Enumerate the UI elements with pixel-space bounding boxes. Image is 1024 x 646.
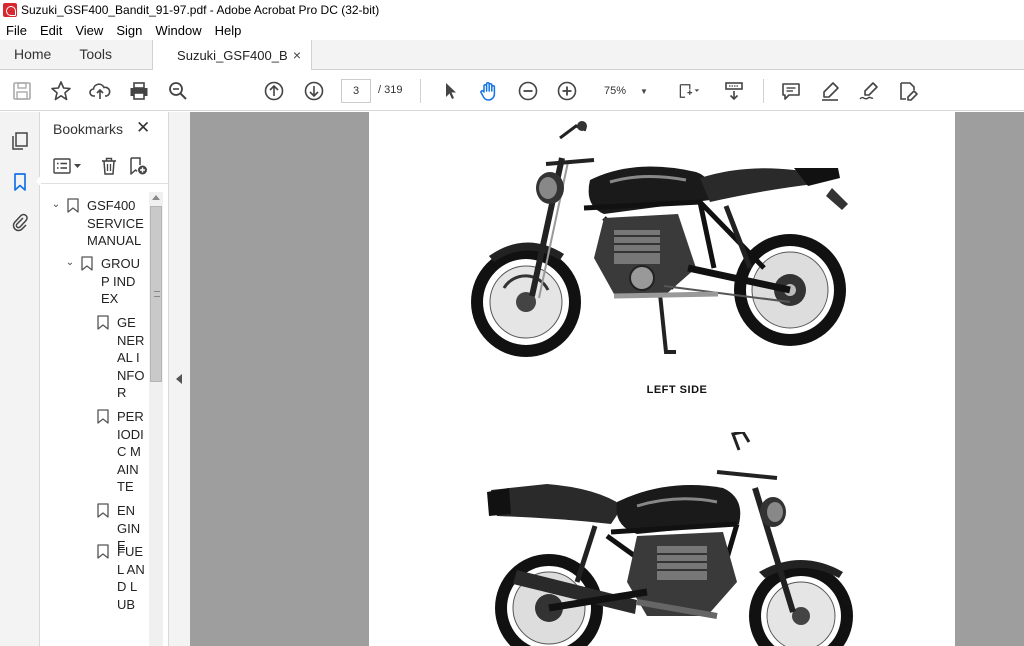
tab-home[interactable]: Home xyxy=(0,39,65,69)
sign-icon[interactable] xyxy=(857,79,881,103)
menu-bar: File Edit View Sign Window Help xyxy=(0,20,1024,40)
zoom-value: 75% xyxy=(604,85,627,97)
page-total: / 319 xyxy=(378,84,403,96)
left-navigation-rail xyxy=(0,112,42,646)
panel-splitter[interactable] xyxy=(168,112,190,646)
bookmarks-panel: Bookmarks ✕ ⌄ GSF400 SERVICE MANUAL ⌄ GR… xyxy=(41,112,168,646)
bookmark-label: GENERAL INFOR xyxy=(117,315,145,401)
bookmark-icon xyxy=(67,198,79,213)
save-icon[interactable] xyxy=(10,79,34,103)
zoom-in-icon[interactable] xyxy=(555,79,579,103)
bookmarks-icon[interactable] xyxy=(8,170,32,194)
menu-file[interactable]: File xyxy=(6,23,27,38)
upload-icon[interactable] xyxy=(88,79,112,103)
bookmark-icon xyxy=(97,409,109,424)
bookmark-icon xyxy=(97,503,109,518)
scroll-up-icon[interactable] xyxy=(152,195,160,200)
bookmark-label: GROUP INDEX xyxy=(101,256,140,307)
menu-edit[interactable]: Edit xyxy=(40,23,62,38)
title-bar: Suzuki_GSF400_Bandit_91-97.pdf - Adobe A… xyxy=(0,0,1024,20)
bookmark-item[interactable]: FUEL AND LUB xyxy=(93,543,149,613)
close-panel-icon[interactable]: ✕ xyxy=(136,119,150,136)
bookmark-star-icon[interactable] xyxy=(49,79,73,103)
page-fit-icon[interactable] xyxy=(674,79,704,103)
chevron-down-icon[interactable]: ⌄ xyxy=(63,255,77,308)
zoom-dropdown[interactable]: 75% ▼ xyxy=(596,79,656,103)
acrobat-app-icon xyxy=(3,3,17,17)
zoom-out-icon[interactable] xyxy=(516,79,540,103)
document-tab-label: Suzuki_GSF400_Ba... xyxy=(177,47,287,63)
motorcycle-left-side-image xyxy=(471,121,848,357)
bookmark-icon xyxy=(97,544,109,559)
print-icon[interactable] xyxy=(127,79,151,103)
pdf-page: LEFT SIDE xyxy=(369,112,955,646)
attachments-icon[interactable] xyxy=(8,210,32,234)
options-menu-icon[interactable] xyxy=(53,155,83,177)
new-bookmark-icon[interactable] xyxy=(128,155,148,177)
bookmark-label: PERIODIC MAINTE xyxy=(117,409,144,495)
menu-window[interactable]: Window xyxy=(155,23,201,38)
bookmarks-panel-title: Bookmarks xyxy=(53,121,124,137)
caption-left-side: LEFT SIDE xyxy=(646,384,708,396)
bookmark-item[interactable]: ⌄ GROUP INDEX xyxy=(63,255,149,308)
bookmark-icon xyxy=(81,256,93,271)
scroll-mode-icon[interactable] xyxy=(722,79,746,103)
menu-view[interactable]: View xyxy=(75,23,103,38)
scrollbar-thumb[interactable] xyxy=(150,206,162,382)
zoom-search-icon[interactable] xyxy=(166,79,190,103)
toolbar: 3 / 319 75% ▼ xyxy=(0,71,1024,111)
toolbar-divider xyxy=(420,79,421,103)
menu-help[interactable]: Help xyxy=(215,23,242,38)
page-number-input[interactable]: 3 xyxy=(341,79,371,103)
chevron-down-icon[interactable]: ⌄ xyxy=(49,197,63,250)
select-cursor-icon[interactable] xyxy=(438,79,462,103)
bookmark-icon xyxy=(97,315,109,330)
fill-sign-icon[interactable] xyxy=(896,79,920,103)
bookmark-item[interactable]: PERIODIC MAINTE xyxy=(93,408,149,496)
motorcycle-right-side-image xyxy=(487,432,853,646)
page-down-icon[interactable] xyxy=(302,79,326,103)
document-viewport[interactable]: LEFT SIDE xyxy=(190,112,1024,646)
collapse-panel-icon[interactable] xyxy=(176,374,182,384)
window-title: Suzuki_GSF400_Bandit_91-97.pdf - Adobe A… xyxy=(21,3,380,17)
bookmarks-scrollbar[interactable] xyxy=(149,192,163,646)
page-thumbnails-icon[interactable] xyxy=(8,129,32,153)
page-up-icon[interactable] xyxy=(262,79,286,103)
menu-sign[interactable]: Sign xyxy=(116,23,142,38)
toolbar-divider xyxy=(763,79,764,103)
highlight-icon[interactable] xyxy=(818,79,842,103)
tab-bar: Home Tools Suzuki_GSF400_Ba... × xyxy=(0,40,1024,70)
bookmark-label: FUEL AND LUB xyxy=(117,544,145,612)
close-tab-icon[interactable]: × xyxy=(293,47,301,63)
bookmark-label: GSF400 SERVICE MANUAL xyxy=(87,198,144,249)
hand-icon[interactable] xyxy=(477,79,501,103)
tab-tools[interactable]: Tools xyxy=(65,39,126,69)
chevron-down-icon: ▼ xyxy=(640,86,648,96)
delete-bookmark-icon[interactable] xyxy=(99,155,119,177)
tab-document[interactable]: Suzuki_GSF400_Ba... × xyxy=(152,40,313,70)
comment-icon[interactable] xyxy=(779,79,803,103)
bookmark-item[interactable]: ⌄ GSF400 SERVICE MANUAL xyxy=(49,197,149,250)
bookmarks-tree: ⌄ GSF400 SERVICE MANUAL ⌄ GROUP INDEX GE… xyxy=(41,192,149,646)
bookmark-item[interactable]: GENERAL INFOR xyxy=(93,314,149,402)
bookmarks-toolbar xyxy=(41,150,168,184)
